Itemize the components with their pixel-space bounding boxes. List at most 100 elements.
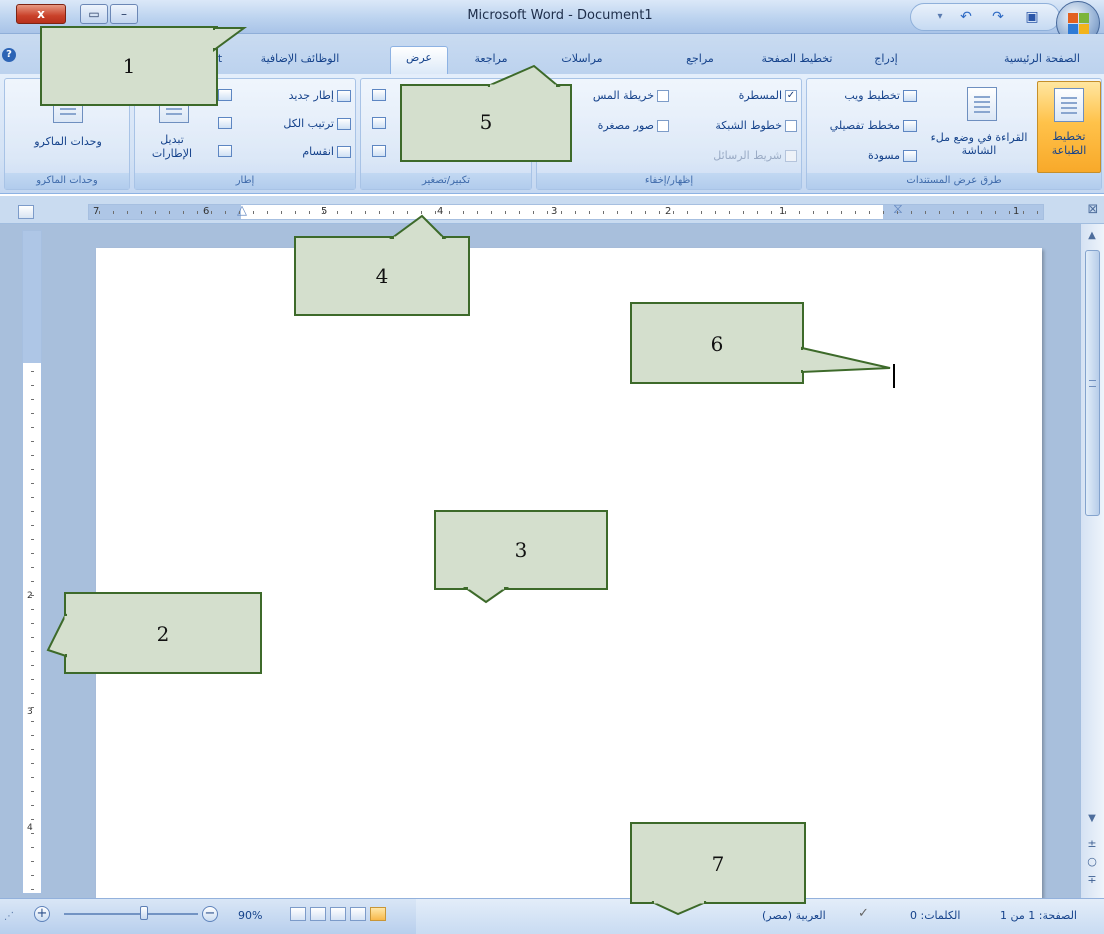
tab-insert[interactable]: إدراج xyxy=(856,48,916,72)
page-number-status[interactable]: الصفحة: 1 من 1 xyxy=(1000,909,1077,922)
arrange-all-button[interactable]: ترتيب الكل xyxy=(245,117,351,130)
ruler-tick xyxy=(701,211,702,214)
callout-6-pointer xyxy=(800,346,891,374)
tab-view[interactable]: عرض xyxy=(390,46,448,74)
ruler-number: 1 xyxy=(1013,206,1020,217)
previous-page-icon[interactable]: ± xyxy=(1084,834,1100,854)
tab-home[interactable]: الصفحة الرئيسية xyxy=(1000,48,1084,72)
message-bar-checkbox[interactable]: شريط الرسائل xyxy=(677,149,797,162)
web-view-icon[interactable] xyxy=(330,907,346,921)
reset-window-icon[interactable] xyxy=(218,145,232,157)
minimize-button[interactable]: – xyxy=(110,4,138,24)
tab-references[interactable]: مراجع xyxy=(672,48,728,72)
scroll-up-arrow-icon[interactable]: ▲ xyxy=(1084,228,1100,244)
ruler-tick xyxy=(281,211,282,214)
zoom-in-button[interactable]: + xyxy=(34,906,50,922)
ruler-tick xyxy=(267,211,268,214)
ruler-tick xyxy=(127,211,128,214)
ruler-tick xyxy=(743,211,744,214)
save-icon[interactable]: ▣ xyxy=(1023,9,1041,25)
horizontal-ruler[interactable]: 7 6 5 4 3 2 1 1 △ ⧖ xyxy=(88,201,1044,220)
arrange-all-icon xyxy=(337,118,351,130)
resize-grip-icon[interactable]: ⋰ xyxy=(4,911,14,922)
scroll-down-arrow-icon[interactable]: ▼ xyxy=(1084,812,1100,826)
zoom-level[interactable]: 90% xyxy=(238,909,262,922)
zoom-slider-track[interactable] xyxy=(64,913,198,915)
redo-icon[interactable]: ↷ xyxy=(989,9,1007,25)
full-screen-reading-icon[interactable] xyxy=(967,87,997,121)
ruler-tick xyxy=(799,211,800,214)
draft-label: مسودة xyxy=(867,149,900,162)
customize-qat-icon[interactable]: ▾ xyxy=(931,9,949,25)
print-layout-button[interactable]: تخطيط الطباعة xyxy=(1037,81,1101,173)
zoom-out-button[interactable]: − xyxy=(202,906,218,922)
thumbnails-checkbox[interactable]: صور مصغرة xyxy=(567,119,669,132)
arrange-all-label: ترتيب الكل xyxy=(283,117,334,130)
sync-scroll-icon[interactable] xyxy=(218,117,232,129)
draft-icon xyxy=(903,150,917,162)
word-count[interactable]: الكلمات: 0 xyxy=(910,909,960,922)
new-window-label: إطار جديد xyxy=(288,89,334,102)
callout-1-label: 1 xyxy=(122,54,136,78)
vruler-tick xyxy=(31,693,34,694)
proofing-icon[interactable]: ✓ xyxy=(858,906,869,921)
document-map-checkbox[interactable]: خريطة المس xyxy=(567,89,669,102)
split-button[interactable]: انقسام xyxy=(245,145,351,158)
ruler-tick xyxy=(617,211,618,214)
ruler-tick xyxy=(1037,211,1038,214)
outline-button[interactable]: مخطط تفصيلي xyxy=(811,119,917,132)
page-width-icon[interactable] xyxy=(372,145,386,157)
switch-windows-label[interactable]: تبديل الإطارات xyxy=(139,133,205,161)
one-page-icon[interactable] xyxy=(372,89,386,101)
maximize-button[interactable]: ▭ xyxy=(80,4,108,24)
new-window-button[interactable]: إطار جديد xyxy=(245,89,351,102)
outline-label: مخطط تفصيلي xyxy=(829,119,900,132)
undo-icon[interactable]: ↶ xyxy=(957,9,975,25)
ruler-tick xyxy=(841,211,842,214)
zoom-slider-thumb[interactable] xyxy=(140,906,148,920)
message-bar-check-icon xyxy=(785,150,797,162)
draft-view-icon[interactable] xyxy=(290,907,306,921)
tab-page-layout[interactable]: تخطيط الصفحة xyxy=(754,48,840,72)
vruler-tick xyxy=(31,455,34,456)
new-window-icon xyxy=(337,90,351,102)
ruler-checkbox-label: المسطرة xyxy=(738,89,782,102)
select-browse-object-icon[interactable]: ○ xyxy=(1084,852,1100,872)
tab-add-ins[interactable]: الوظائف الإضافية xyxy=(250,48,350,72)
callout-4-pointer xyxy=(388,214,447,240)
vruler-tick xyxy=(31,497,34,498)
ruler-tick xyxy=(631,211,632,214)
outline-view-icon[interactable] xyxy=(310,907,326,921)
web-layout-button[interactable]: تخطيط ويب xyxy=(827,89,917,102)
vruler-tick xyxy=(31,469,34,470)
reading-view-icon[interactable] xyxy=(350,907,366,921)
gridlines-checkbox[interactable]: خطوط الشبكة xyxy=(677,119,797,132)
left-margin-area xyxy=(89,205,241,219)
print-layout-view-icon[interactable] xyxy=(370,907,386,921)
close-button[interactable]: x xyxy=(16,4,66,24)
vruler-tick xyxy=(31,441,34,442)
next-page-icon[interactable]: ∓ xyxy=(1084,870,1100,890)
macros-group-label: وحدات الماكرو xyxy=(5,173,129,189)
vruler-tick xyxy=(31,749,34,750)
ruler-number: 6 xyxy=(203,206,210,217)
vruler-tick xyxy=(31,581,34,582)
tab-selector-button[interactable] xyxy=(18,205,34,219)
view-ruler-icon[interactable]: ⊠ xyxy=(1084,202,1102,220)
full-screen-reading-label[interactable]: القراءة في وضع ملء الشاشة xyxy=(923,131,1035,157)
status-bar: ⋰ + − 90% العربية (مصر) ✓ الكلمات: 0 الص… xyxy=(0,898,1104,934)
view-side-by-side-icon[interactable] xyxy=(218,89,232,101)
two-pages-icon[interactable] xyxy=(372,117,386,129)
macros-label[interactable]: وحدات الماكرو xyxy=(15,135,121,149)
vertical-ruler[interactable]: 2 3 4 xyxy=(22,230,42,894)
right-indent-marker-icon[interactable]: ⧖ xyxy=(893,201,903,217)
ruler-tick xyxy=(169,211,170,214)
ruler-tick xyxy=(897,211,898,214)
ruler-tick xyxy=(309,211,310,214)
vruler-tick xyxy=(31,413,34,414)
ruler-checkbox[interactable]: ✓المسطرة xyxy=(693,89,797,102)
language-status[interactable]: العربية (مصر) xyxy=(762,909,826,922)
draft-button[interactable]: مسودة xyxy=(857,149,917,162)
help-icon[interactable]: ? xyxy=(2,48,16,62)
ruler-tick xyxy=(589,211,590,214)
